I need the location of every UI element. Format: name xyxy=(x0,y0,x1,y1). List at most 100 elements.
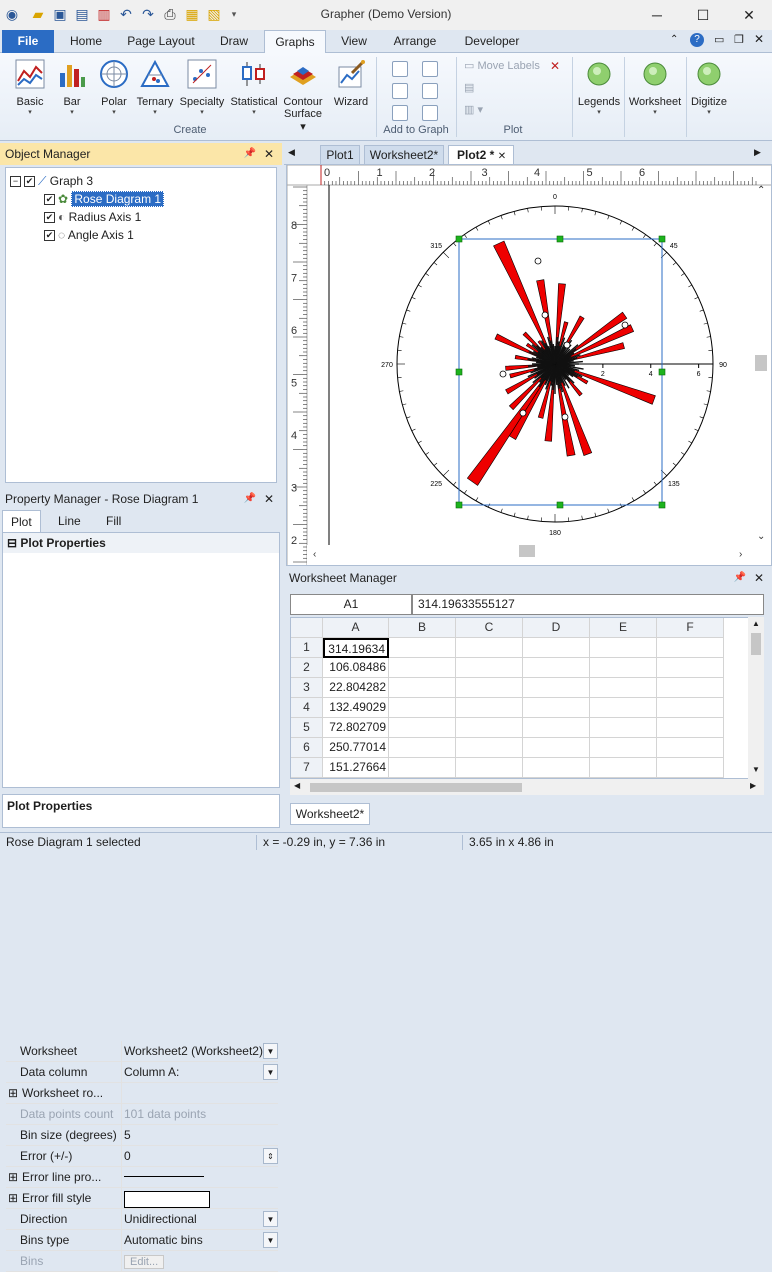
property-row[interactable]: DirectionUnidirectional▼ xyxy=(6,1209,278,1230)
collapse-ribbon-icon[interactable]: ⌃ xyxy=(670,34,678,45)
table-cell[interactable] xyxy=(657,678,724,698)
worksheet-button[interactable]: Worksheet▾ xyxy=(626,57,684,123)
polar-button[interactable]: Polar▾ xyxy=(94,57,134,123)
dropdown-arrow-icon[interactable]: ▼ xyxy=(263,1064,278,1080)
table-cell[interactable] xyxy=(657,658,724,678)
property-row[interactable]: ⊞ Error line pro... xyxy=(6,1167,278,1188)
property-row[interactable]: Bin size (degrees)5 xyxy=(6,1125,278,1146)
worksheet-vertical-scrollbar[interactable]: ▲ ▼ xyxy=(748,617,764,779)
property-value[interactable]: Column A: xyxy=(121,1062,278,1083)
visibility-checkbox[interactable]: ✔ xyxy=(44,212,55,223)
property-row[interactable]: ⊞ Worksheet ro... xyxy=(6,1083,278,1104)
table-cell[interactable] xyxy=(657,698,724,718)
close-button[interactable]: ✕ xyxy=(726,0,772,30)
cell-value-box[interactable]: 314.19633555127 xyxy=(412,594,764,615)
add-plot-icon[interactable] xyxy=(422,61,438,77)
property-value[interactable] xyxy=(121,1167,278,1188)
visibility-checkbox[interactable]: ✔ xyxy=(24,176,35,187)
table-cell[interactable] xyxy=(657,638,724,658)
table-cell[interactable] xyxy=(456,658,523,678)
row-header[interactable]: 4 xyxy=(291,698,323,718)
close-tab-icon[interactable]: ✕ xyxy=(498,151,506,162)
selection-handle[interactable] xyxy=(456,369,462,375)
add-legend-icon[interactable] xyxy=(392,105,408,121)
property-value[interactable]: Automatic bins xyxy=(121,1230,278,1251)
row-header[interactable]: 1 xyxy=(291,638,323,658)
dropdown-arrow-icon[interactable]: ▼ xyxy=(263,1211,278,1227)
tab-home[interactable]: Home xyxy=(60,30,112,53)
table-cell[interactable] xyxy=(523,678,590,698)
scroll-down-icon[interactable]: ⌄ xyxy=(757,531,765,542)
sheet-tab[interactable]: Worksheet2* xyxy=(290,803,370,825)
table-cell[interactable] xyxy=(523,738,590,758)
table-cell[interactable] xyxy=(523,698,590,718)
expand-icon[interactable]: ⊞ xyxy=(8,1191,18,1205)
selection-handle[interactable] xyxy=(659,369,665,375)
property-value[interactable]: 0 xyxy=(121,1146,278,1167)
table-cell[interactable] xyxy=(657,718,724,738)
visibility-checkbox[interactable]: ✔ xyxy=(44,194,55,205)
table-cell[interactable]: 314.19634 xyxy=(323,638,389,658)
corner-cell[interactable] xyxy=(291,618,323,638)
selection-handle[interactable] xyxy=(659,502,665,508)
tab-plot2[interactable]: Plot2 * ✕ xyxy=(448,145,514,164)
tab-view[interactable]: View xyxy=(332,30,376,53)
property-value[interactable]: Edit... xyxy=(121,1251,278,1272)
table-cell[interactable] xyxy=(456,638,523,658)
tab-developer[interactable]: Developer xyxy=(456,30,528,53)
scroll-up-icon[interactable]: ⌃ xyxy=(757,185,765,196)
table-cell[interactable] xyxy=(590,658,657,678)
row-header[interactable]: 3 xyxy=(291,678,323,698)
table-cell[interactable] xyxy=(389,738,456,758)
statistical-button[interactable]: Statistical▾ xyxy=(228,57,280,123)
move-labels-button[interactable]: ▭ Move Labels xyxy=(464,59,540,72)
contour-surface-button[interactable]: Contour Surface ▾ xyxy=(280,57,326,123)
table-cell[interactable]: 151.27664 xyxy=(323,758,389,778)
expand-icon[interactable]: ⊞ xyxy=(8,1086,18,1100)
property-row[interactable]: Bins typeAutomatic bins▼ xyxy=(6,1230,278,1251)
tab-arrange[interactable]: Arrange xyxy=(384,30,446,53)
row-header[interactable]: 6 xyxy=(291,738,323,758)
basic-button[interactable]: Basic▾ xyxy=(10,57,50,123)
tab-worksheet2[interactable]: Worksheet2* xyxy=(364,145,444,164)
table-cell[interactable] xyxy=(389,758,456,778)
selection-handle[interactable] xyxy=(659,236,665,242)
tab-graphs[interactable]: Graphs xyxy=(264,30,326,54)
wizard-button[interactable]: Wizard xyxy=(330,57,372,123)
plot-horizontal-scroll-thumb[interactable] xyxy=(519,545,535,557)
add-label-icon[interactable] xyxy=(422,105,438,121)
clear-labels-icon[interactable]: ✕ xyxy=(550,59,560,73)
table-cell[interactable] xyxy=(523,718,590,738)
tree-item-radius-axis[interactable]: ✔◐ Radius Axis 1 xyxy=(44,208,141,226)
bar-button[interactable]: Bar▾ xyxy=(52,57,92,123)
table-cell[interactable] xyxy=(523,658,590,678)
plot-view[interactable]: 0123456876543204590135180225270315246‹›⌃… xyxy=(286,164,772,566)
table-cell[interactable] xyxy=(456,678,523,698)
table-cell[interactable] xyxy=(456,698,523,718)
column-header[interactable]: F xyxy=(657,618,724,638)
selection-handle[interactable] xyxy=(456,236,462,242)
table-cell[interactable]: 132.49029 xyxy=(323,698,389,718)
worksheet-horizontal-scrollbar[interactable]: ◀ ▶ xyxy=(290,779,764,795)
scroll-right-icon[interactable]: › xyxy=(739,549,742,560)
scroll-left-icon[interactable]: ◀ xyxy=(288,147,295,158)
tab-line[interactable]: Line xyxy=(50,510,89,532)
property-row[interactable]: Error (+/-)0⇕ xyxy=(6,1146,278,1167)
row-header[interactable]: 7 xyxy=(291,758,323,778)
doc-minimize-icon[interactable]: ▭ xyxy=(714,33,724,46)
table-cell[interactable]: 72.802709 xyxy=(323,718,389,738)
column-header[interactable]: B xyxy=(389,618,456,638)
help-icon[interactable]: ? xyxy=(690,33,704,47)
table-cell[interactable] xyxy=(389,658,456,678)
expand-collapse-icon[interactable]: − xyxy=(10,176,21,187)
table-cell[interactable] xyxy=(456,758,523,778)
table-cell[interactable]: 106.08486 xyxy=(323,658,389,678)
graph-node[interactable]: −✔⟋ Graph 3 xyxy=(10,172,93,190)
table-cell[interactable] xyxy=(590,758,657,778)
legends-button[interactable]: Legends▾ xyxy=(576,57,622,123)
table-cell[interactable] xyxy=(590,638,657,658)
table-cell[interactable] xyxy=(523,758,590,778)
column-header[interactable]: D xyxy=(523,618,590,638)
table-cell[interactable] xyxy=(456,738,523,758)
table-cell[interactable] xyxy=(389,678,456,698)
